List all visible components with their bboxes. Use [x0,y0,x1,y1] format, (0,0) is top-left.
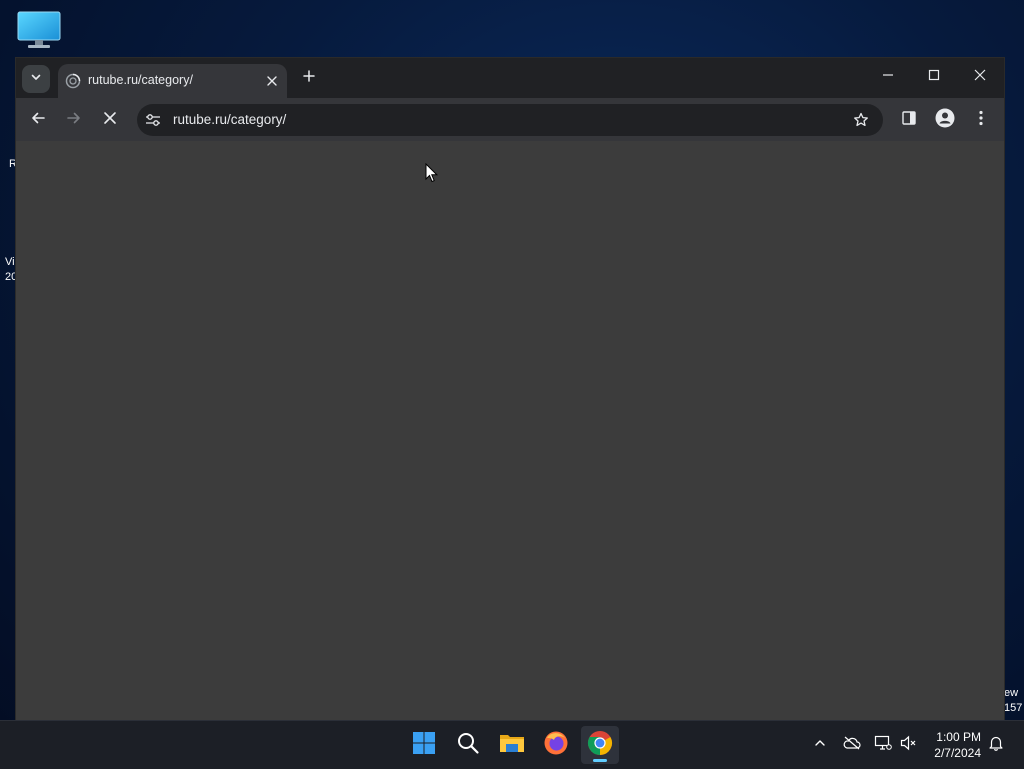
cloud-offline-icon [843,736,861,755]
forward-button[interactable] [60,106,88,134]
taskbar: 1:00 PM 2/7/2024 [0,720,1024,769]
taskbar-clock[interactable]: 1:00 PM 2/7/2024 [925,729,981,761]
new-tab-button[interactable] [298,67,320,89]
forward-arrow-icon [66,110,82,131]
back-arrow-icon [30,110,46,131]
profile-icon [935,108,955,133]
loading-globe-icon [65,73,81,89]
kebab-menu-icon [979,110,983,131]
chrome-button[interactable] [581,726,619,764]
minimize-icon [882,68,894,86]
star-outline-icon[interactable] [851,110,871,130]
desktop-label-fragment: ew [1004,687,1019,699]
minimize-button[interactable] [866,62,910,92]
chrome-icon [587,730,613,761]
clock-date: 2/7/2024 [934,746,981,760]
tab-search-button[interactable] [22,65,50,93]
chevron-up-icon [814,736,826,754]
firefox-icon [543,730,569,761]
stop-loading-button[interactable] [96,106,124,134]
volume-muted-icon [900,735,918,756]
close-icon [974,68,986,86]
maximize-icon [928,68,940,86]
browser-titlebar[interactable]: rutube.ru/category/ [16,58,1004,98]
url-text[interactable]: rutube.ru/category/ [173,112,286,127]
chevron-down-icon [30,70,42,88]
desktop-label-fragment: 157 [1004,702,1023,714]
show-hidden-icons-button[interactable] [810,735,830,755]
browser-toolbar: rutube.ru/category/ [16,98,1004,141]
close-icon[interactable] [263,72,281,90]
side-panel-icon [901,110,917,131]
side-panel-button[interactable] [895,106,923,134]
page-content[interactable] [16,141,1004,721]
clock-time: 1:00 PM [936,730,981,744]
file-explorer-button[interactable] [493,726,531,764]
maximize-button[interactable] [912,62,956,92]
search-icon [456,731,480,760]
volume-tray-button[interactable] [899,735,919,755]
notification-bell-icon [988,735,1004,756]
desktop-label-fragment: Vi [5,256,15,268]
mouse-cursor-icon [425,162,439,183]
close-window-button[interactable] [958,62,1002,92]
tab-active[interactable]: rutube.ru/category/ [58,64,287,98]
notifications-button[interactable] [986,735,1006,755]
tune-icon[interactable] [143,111,163,129]
start-button[interactable] [405,726,443,764]
windows-start-icon [412,731,436,760]
stop-loading-icon [103,111,117,130]
folder-icon [499,732,525,759]
browser-window: rutube.ru/category/ rutube.ru/category/ [15,57,1005,722]
address-bar[interactable]: rutube.ru/category/ [137,104,883,136]
active-app-indicator [593,759,607,762]
search-button[interactable] [449,726,487,764]
profile-button[interactable] [931,106,959,134]
network-icon [874,735,892,756]
browser-menu-button[interactable] [967,106,995,134]
firefox-button[interactable] [537,726,575,764]
network-tray-button[interactable] [873,735,893,755]
this-pc-monitor-icon[interactable] [16,10,62,50]
plus-icon [303,69,315,87]
back-button[interactable] [24,106,52,134]
onedrive-tray-button[interactable] [842,735,862,755]
tab-title: rutube.ru/category/ [88,73,193,87]
